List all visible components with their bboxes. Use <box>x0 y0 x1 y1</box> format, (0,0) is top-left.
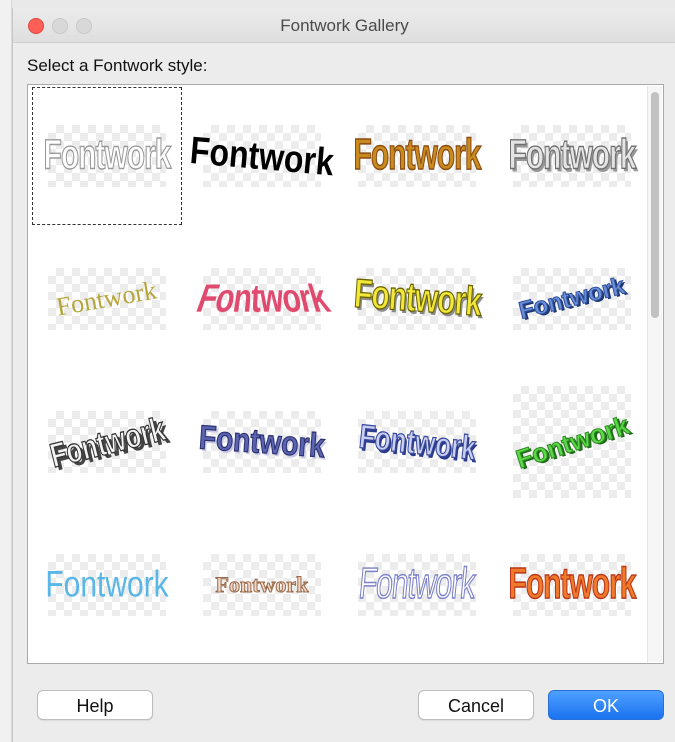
fontwork-preview: Fontwork <box>356 411 478 473</box>
fontwork-preview: Fontwork <box>511 386 633 498</box>
fontwork-preview: Fontwork <box>190 268 334 330</box>
help-button[interactable]: Help <box>37 690 153 720</box>
fontwork-preview-text: Fontwork <box>352 271 483 325</box>
fontwork-style-item-1[interactable]: Fontwork <box>32 87 182 225</box>
fontwork-style-item-7[interactable]: Fontwork <box>342 230 492 368</box>
fontwork-preview: Fontwork <box>45 408 169 476</box>
fontwork-preview: Fontwork <box>188 125 336 187</box>
document-background <box>0 0 675 8</box>
fontwork-preview-text: Fontwork <box>45 563 169 605</box>
fontwork-style-item-12[interactable]: Fontwork <box>497 373 647 511</box>
fontwork-style-item-8[interactable]: Fontwork <box>497 230 647 368</box>
fontwork-preview-text: Fontwork <box>353 131 482 180</box>
fontwork-style-item-2[interactable]: Fontwork <box>187 87 337 225</box>
fontwork-preview-text: Fontwork <box>215 572 309 597</box>
document-ruler <box>0 0 12 742</box>
gallery-prompt: Select a Fontwork style: <box>27 56 208 75</box>
cancel-button[interactable]: Cancel <box>418 690 534 720</box>
fontwork-style-item-11[interactable]: Fontwork <box>342 373 492 511</box>
fontwork-preview-text: Fontwork <box>508 132 637 179</box>
fontwork-style-item-10[interactable]: Fontwork <box>187 373 337 511</box>
fontwork-preview: Fontwork <box>203 554 321 616</box>
fontwork-style-item-4[interactable]: Fontwork <box>497 87 647 225</box>
fontwork-preview-text: Fontwork <box>516 272 628 325</box>
fontwork-preview-text: Fontwork <box>54 275 160 322</box>
fontwork-preview: Fontwork <box>508 125 637 187</box>
fontwork-preview-text: Fontwork <box>43 132 172 179</box>
fontwork-preview: Fontwork <box>353 125 482 187</box>
fontwork-preview-text: Fontwork <box>197 418 327 465</box>
dialog-title: Fontwork Gallery <box>280 16 409 35</box>
fontwork-preview: Fontwork <box>197 411 327 473</box>
fontwork-preview-text: Fontwork <box>511 409 633 475</box>
fontwork-preview: Fontwork <box>508 554 637 616</box>
fontwork-preview-text: Fontwork <box>356 560 478 609</box>
fontwork-preview: Fontwork <box>43 125 172 187</box>
fontwork-style-item-5[interactable]: Fontwork <box>32 230 182 368</box>
fontwork-style-item-14[interactable]: Fontwork <box>187 516 337 654</box>
fontwork-preview: Fontwork <box>48 268 166 330</box>
fontwork-preview-text: Fontwork <box>45 408 169 476</box>
fontwork-style-item-6[interactable]: Fontwork <box>187 230 337 368</box>
fontwork-preview-text: Fontwork <box>188 128 336 184</box>
fontwork-preview: Fontwork <box>45 554 169 616</box>
gallery-scrollbar[interactable] <box>647 86 662 662</box>
fontwork-preview: Fontwork <box>356 554 478 616</box>
fontwork-preview-text: Fontwork <box>189 279 335 323</box>
fontwork-preview: Fontwork <box>352 268 483 330</box>
fontwork-preview-text: Fontwork <box>508 560 637 609</box>
title-bar: Fontwork Gallery <box>13 8 675 43</box>
fontwork-style-item-3[interactable]: Fontwork <box>342 87 492 225</box>
fontwork-style-item-16[interactable]: Fontwork <box>497 516 647 654</box>
ok-button[interactable]: OK <box>548 690 664 720</box>
fontwork-style-gallery[interactable]: Fontwork Fontwork Fontwork Fontwork Font… <box>27 84 664 664</box>
fontwork-gallery-dialog: Fontwork Gallery Select a Fontwork style… <box>12 8 675 742</box>
fontwork-style-item-15[interactable]: Fontwork <box>342 516 492 654</box>
fontwork-preview-text: Fontwork <box>356 416 478 468</box>
scrollbar-thumb[interactable] <box>651 92 659 318</box>
fontwork-preview: Fontwork <box>513 268 631 330</box>
fontwork-style-item-13[interactable]: Fontwork <box>32 516 182 654</box>
fontwork-style-item-9[interactable]: Fontwork <box>32 373 182 511</box>
